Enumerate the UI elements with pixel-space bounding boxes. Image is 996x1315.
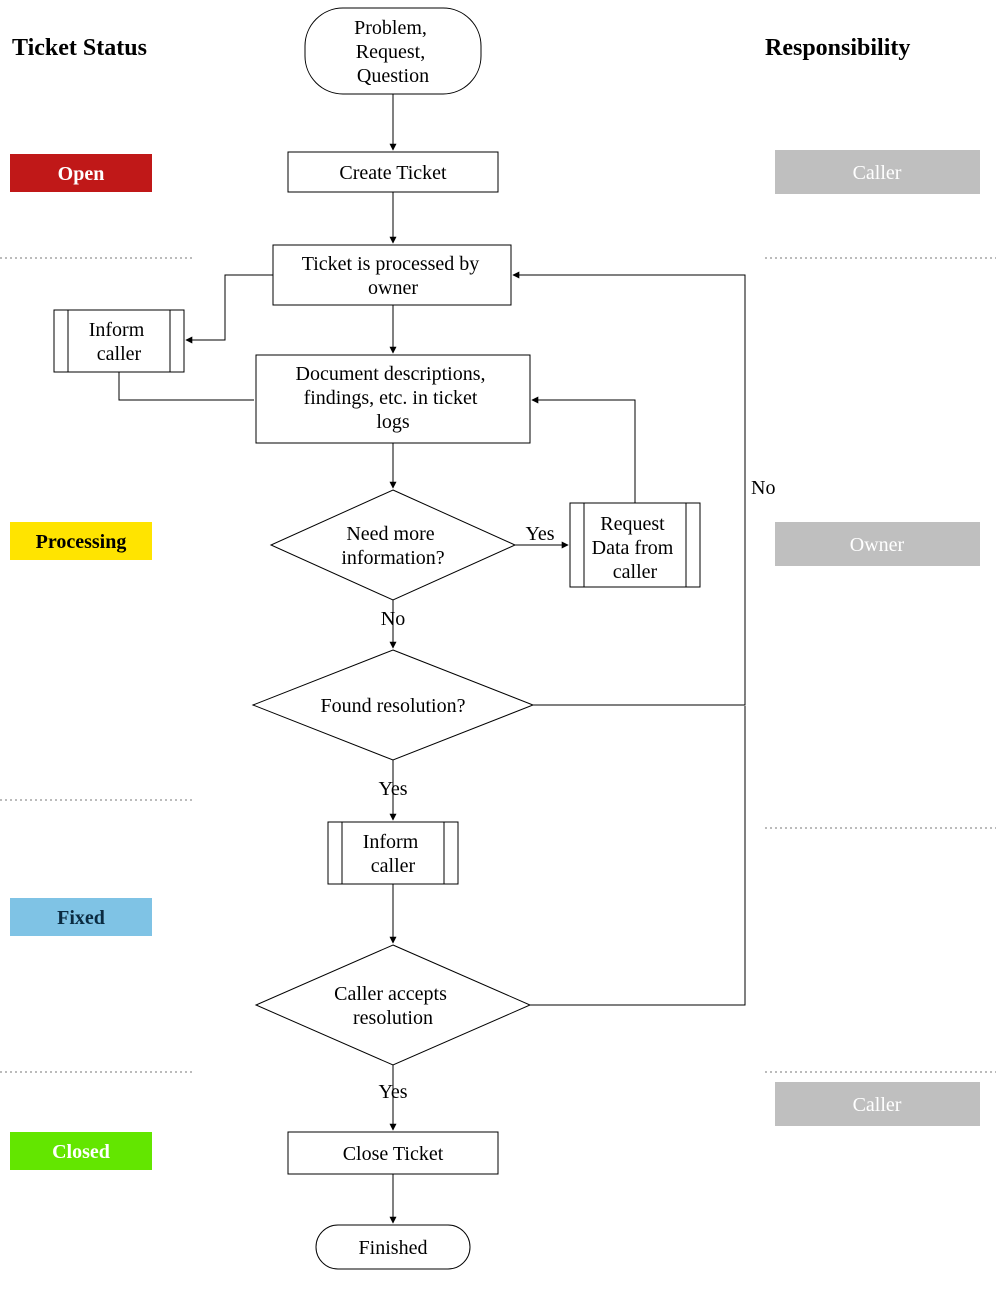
node-inform-caller-center: Inform caller xyxy=(328,822,458,884)
svg-text:Finished: Finished xyxy=(359,1237,428,1259)
responsibility-owner: Owner xyxy=(775,522,980,566)
node-processed-by-owner: Ticket is processed by owner xyxy=(273,245,511,305)
node-start: Problem, Request, Question xyxy=(305,8,481,94)
status-processing-badge: Processing xyxy=(10,522,152,560)
edge-foundres-no-loop xyxy=(513,275,745,705)
status-open-label: Open xyxy=(58,163,105,185)
status-fixed-label: Fixed xyxy=(57,907,105,929)
responsibility-caller-bottom-label: Caller xyxy=(853,1094,902,1116)
status-closed-label: Closed xyxy=(52,1141,110,1163)
label-foundres-no: No xyxy=(751,477,775,499)
status-open-badge: Open xyxy=(10,154,152,192)
node-found-resolution: Found resolution? xyxy=(253,650,533,760)
edge-accepts-no-loop xyxy=(530,706,745,1005)
node-document-logs: Document descriptions, findings, etc. in… xyxy=(256,355,530,443)
responsibility-owner-label: Owner xyxy=(850,534,905,556)
edge-request-document xyxy=(532,400,635,503)
responsibility-caller-top: Caller xyxy=(775,150,980,194)
responsibility-caller-bottom: Caller xyxy=(775,1082,980,1126)
label-needmore-no: No xyxy=(381,608,405,630)
edge-inform-document xyxy=(119,372,254,400)
heading-responsibility: Responsibility xyxy=(765,35,910,61)
label-accepts-yes: Yes xyxy=(378,1081,407,1103)
edge-processed-inform xyxy=(186,275,273,340)
node-caller-accepts: Caller accepts resolution xyxy=(256,945,530,1065)
node-create-ticket: Create Ticket xyxy=(288,152,498,192)
node-request-data: Request Data from caller xyxy=(570,503,700,587)
status-processing-label: Processing xyxy=(36,531,127,553)
svg-text:Create Ticket: Create Ticket xyxy=(339,162,447,184)
svg-text:Close Ticket: Close Ticket xyxy=(343,1143,444,1165)
status-closed-badge: Closed xyxy=(10,1132,152,1170)
node-finished: Finished xyxy=(316,1225,470,1269)
status-fixed-badge: Fixed xyxy=(10,898,152,936)
node-close-ticket: Close Ticket xyxy=(288,1132,498,1174)
label-needmore-yes: Yes xyxy=(525,523,554,545)
node-need-more-info: Need more information? xyxy=(271,490,515,600)
node-inform-caller-left: Inform caller xyxy=(54,310,184,372)
svg-text:Found resolution?: Found resolution? xyxy=(321,695,466,717)
svg-text:Problem, Request,: Problem, Request, Question xyxy=(354,17,432,87)
responsibility-caller-top-label: Caller xyxy=(853,162,902,184)
heading-ticket-status: Ticket Status xyxy=(12,35,147,61)
label-foundres-yes: Yes xyxy=(378,778,407,800)
flowchart-canvas: Ticket Status Responsibility Open Proces… xyxy=(0,0,996,1315)
